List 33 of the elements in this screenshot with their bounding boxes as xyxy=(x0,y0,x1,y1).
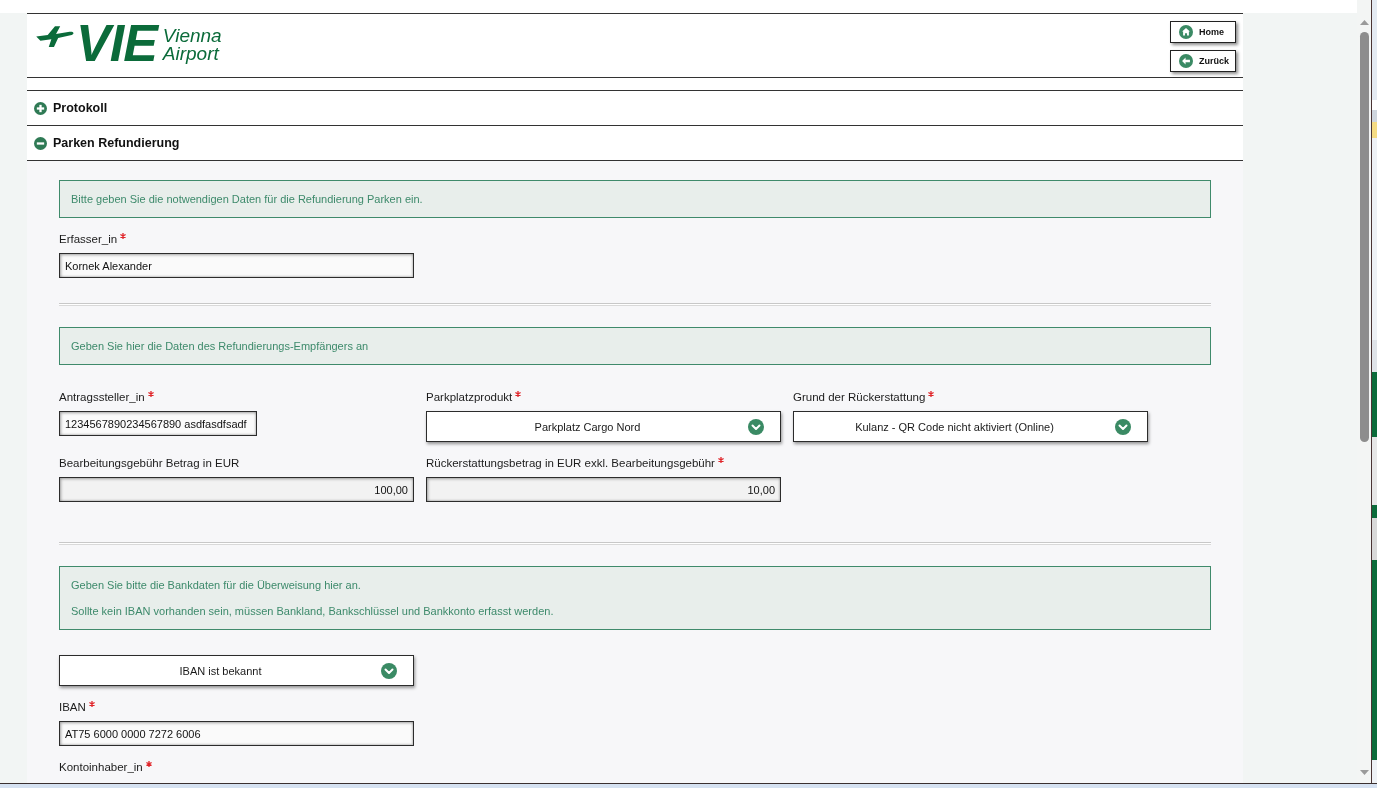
scroll-up-arrow-icon[interactable] xyxy=(1359,20,1369,25)
field-label: Rückerstattungsbetrag in EUR exkl. Bearbeitungsgebühr xyxy=(426,456,715,471)
dropdown[interactable]: Parkplatz Cargo Nord xyxy=(426,411,781,442)
home-icon xyxy=(1179,25,1193,39)
field-label: IBAN xyxy=(59,700,86,715)
chevron-down-icon xyxy=(381,662,397,679)
notice-text: Sollte kein IBAN vorhanden sein, müssen Bankland, Bankschlüssel und Bankkonto erfasst werden. xyxy=(71,604,555,619)
logo-text: Vienna xyxy=(162,27,222,45)
chevron-down-icon xyxy=(748,418,764,435)
home-button[interactable]: Home xyxy=(1170,21,1236,43)
text-input[interactable]: AT75 6000 0000 7272 6006 xyxy=(59,721,414,746)
field-label: Kontoinhaber_in xyxy=(59,760,143,775)
notice-text: Geben Sie bitte die Bankdaten für die Überweisung hier an. xyxy=(71,578,362,593)
scrollbar-thumb[interactable] xyxy=(1359,32,1369,442)
chevron-down-icon xyxy=(1115,418,1131,435)
field-label: Parkplatzprodukt xyxy=(426,390,513,405)
logo-wordmark: VIE xyxy=(76,20,157,66)
scroll-down-arrow-icon[interactable] xyxy=(1359,770,1369,775)
text-input[interactable]: 1234567890234567890 asdfasdfsadf xyxy=(59,411,257,436)
notice-text: Bitte geben Sie die notwendigen Daten für die Refundierung Parken ein. xyxy=(71,192,424,207)
field-label: Erfasser_in xyxy=(59,232,118,247)
notice-text: Geben Sie hier die Daten des Refundierungs-Empfängers an xyxy=(71,339,370,354)
back-button[interactable]: Zurück xyxy=(1170,50,1236,72)
logo-text: Airport xyxy=(162,45,221,63)
back-arrow-icon xyxy=(1179,54,1193,68)
dropdown[interactable]: Kulanz - QR Code nicht aktiviert (Online) xyxy=(793,411,1148,442)
field-label: Bearbeitungsgebühr Betrag in EUR xyxy=(59,456,240,471)
field-label: Grund der Rückerstattung xyxy=(793,390,926,405)
dropdown[interactable]: IBAN ist bekannt xyxy=(59,655,414,686)
field-label: Antragssteller_in xyxy=(59,390,145,405)
text-input[interactable]: Kornek Alexander xyxy=(59,253,414,278)
amount-input[interactable]: 100,00 xyxy=(59,477,414,502)
amount-input[interactable]: 10,00 xyxy=(426,477,781,502)
